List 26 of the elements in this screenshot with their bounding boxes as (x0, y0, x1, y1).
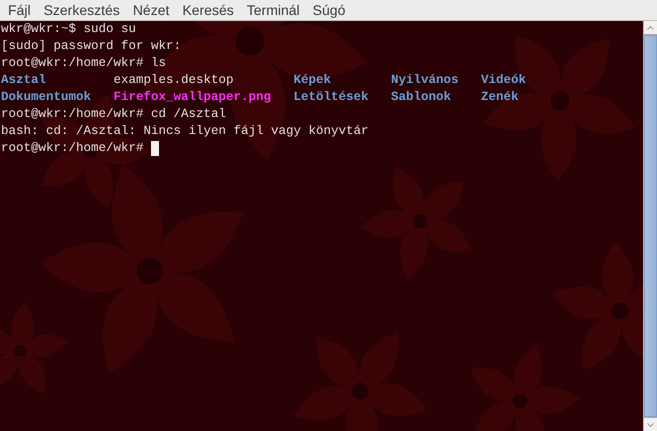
terminal-line: root@wkr:/home/wkr# cd /Asztal (1, 106, 226, 123)
file-name: examples.desktop (114, 73, 234, 87)
menu-item[interactable]: Terminál (246, 0, 300, 20)
menu-item[interactable]: Fájl (8, 0, 31, 20)
folder-name: Asztal (1, 73, 46, 87)
folder-name: Videók (481, 73, 526, 87)
menu-item[interactable]: Nézet (132, 0, 170, 20)
terminal-line: bash: cd: /Asztal: Nincs ilyen fájl vagy könyvtár (1, 123, 369, 140)
scroll-down-button[interactable] (644, 417, 657, 431)
terminal-line: wkr@wkr:~$ sudo su (1, 21, 136, 38)
file-name: Firefox_wallpaper.png (114, 90, 272, 104)
folder-name: Képek (294, 73, 332, 87)
menu-item[interactable]: Szerkesztés (44, 0, 120, 20)
scroll-up-button[interactable] (644, 21, 657, 35)
menu-item[interactable]: Keresés (182, 0, 234, 20)
folder-name: Sablonok (391, 90, 452, 104)
terminal-line: root@wkr:/home/wkr# (1, 140, 144, 157)
folder-name: Letöltések (294, 90, 369, 104)
chevron-down-icon (647, 422, 654, 426)
folder-name: Dokumentumok (1, 90, 92, 104)
folder-name: Zenék (481, 90, 519, 104)
folder-name: Nyilvános (391, 73, 459, 87)
chevron-up-icon (647, 26, 654, 30)
menu-item[interactable]: Súgó (312, 0, 346, 20)
terminal-line: [sudo] password for wkr: (1, 38, 182, 55)
terminal-line: root@wkr:/home/wkr# ls (1, 55, 166, 72)
